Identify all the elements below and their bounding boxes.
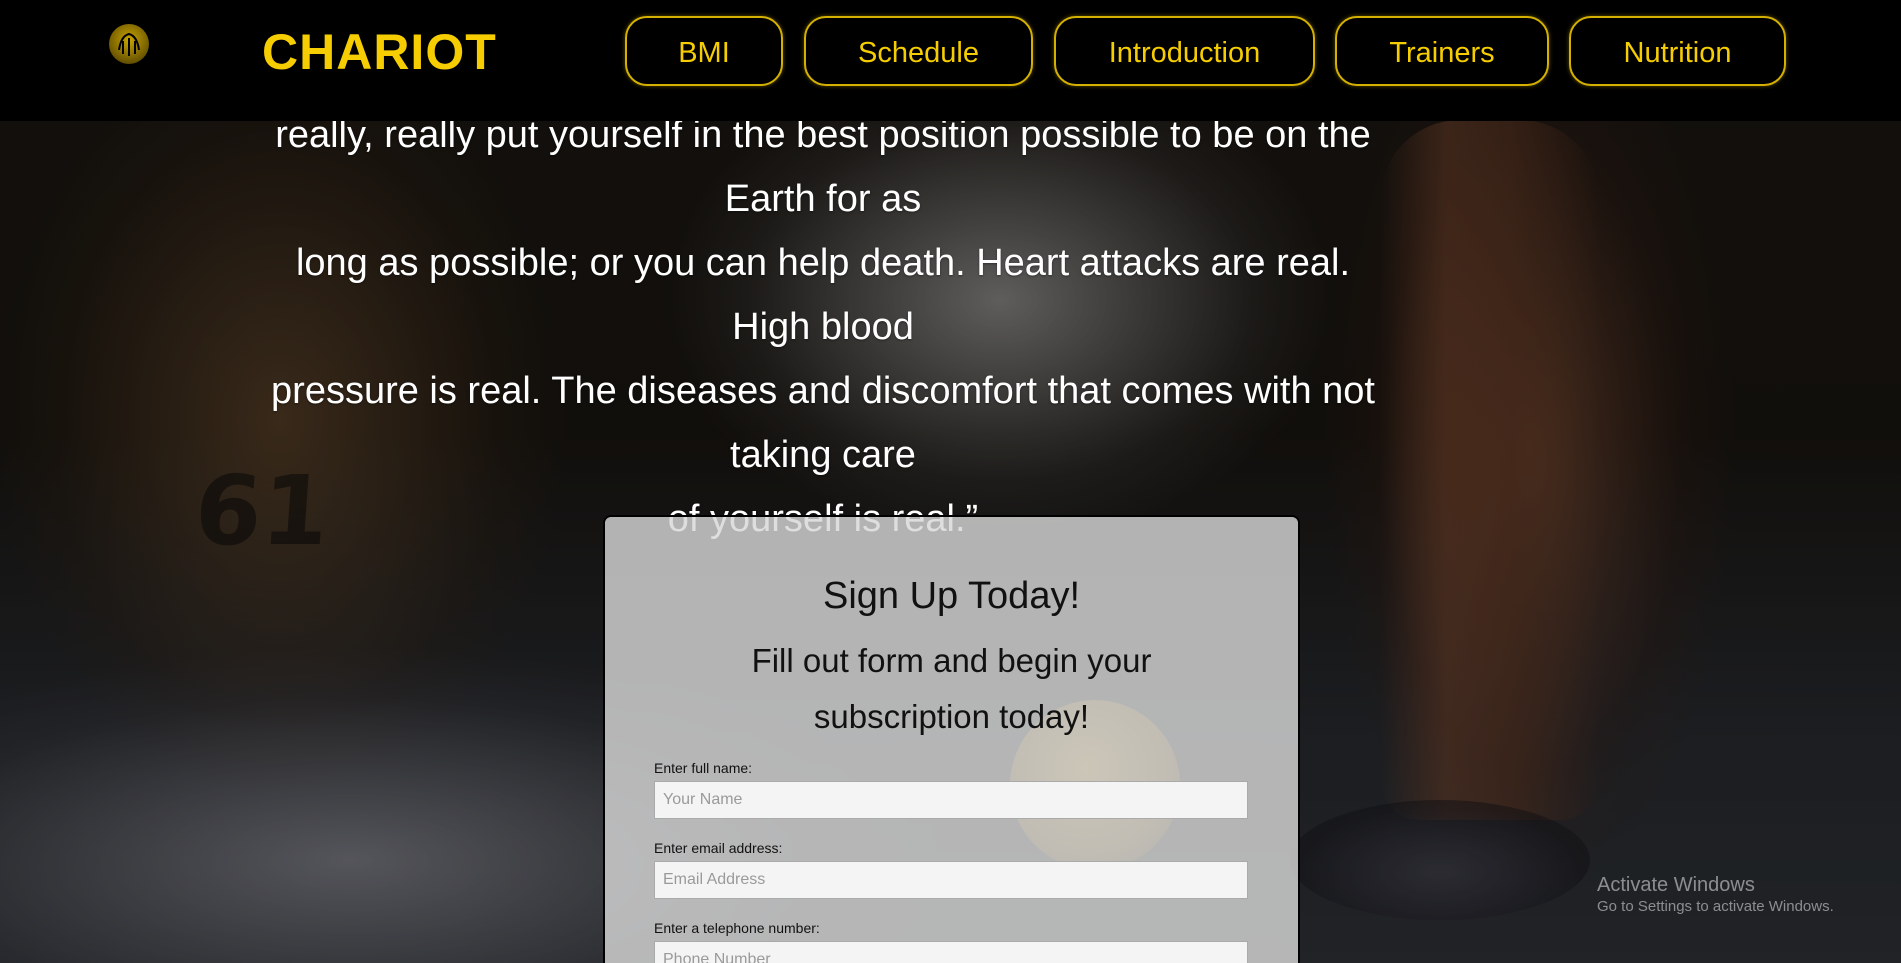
nav-introduction-button[interactable]: Introduction [1054, 16, 1315, 86]
activate-windows-watermark: Activate Windows Go to Settings to activ… [1597, 873, 1834, 917]
brand-name[interactable]: CHARIOT [262, 24, 497, 80]
nav-bmi-button[interactable]: BMI [625, 16, 783, 86]
signup-subtitle: Fill out form and begin your subscriptio… [751, 642, 1152, 735]
signup-title: Sign Up Today! [822, 575, 1081, 617]
full-name-label: Enter full name: [654, 760, 753, 776]
top-navbar: CHARIOT BMI Schedule Introduction Traine… [0, 0, 1901, 121]
hero-quote: really, really put yourself in the best … [255, 103, 1391, 551]
quote-line: pressure is real. The diseases and disco… [271, 370, 1375, 476]
email-input[interactable] [654, 861, 1248, 899]
nav-schedule-button[interactable]: Schedule [804, 16, 1033, 86]
page: 61 really, really put yourself in the be… [0, 0, 1901, 963]
activate-windows-title: Activate Windows [1597, 874, 1755, 896]
quote-line: long as possible; or you can help death.… [295, 242, 1351, 348]
activate-windows-subtitle: Go to Settings to activate Windows. [1597, 898, 1834, 915]
nav-trainers-button[interactable]: Trainers [1335, 16, 1549, 86]
chariot-logo-icon-graphic [118, 32, 140, 56]
chariot-logo-icon[interactable] [109, 24, 149, 64]
signup-form-card: Sign Up Today! Fill out form and begin y… [603, 515, 1300, 963]
phone-label: Enter a telephone number: [654, 920, 820, 936]
full-name-input[interactable] [654, 781, 1248, 819]
phone-input[interactable] [654, 941, 1248, 963]
email-label: Enter email address: [654, 840, 783, 856]
nav-nutrition-button[interactable]: Nutrition [1569, 16, 1786, 86]
quote-line: really, really put yourself in the best … [275, 114, 1371, 220]
